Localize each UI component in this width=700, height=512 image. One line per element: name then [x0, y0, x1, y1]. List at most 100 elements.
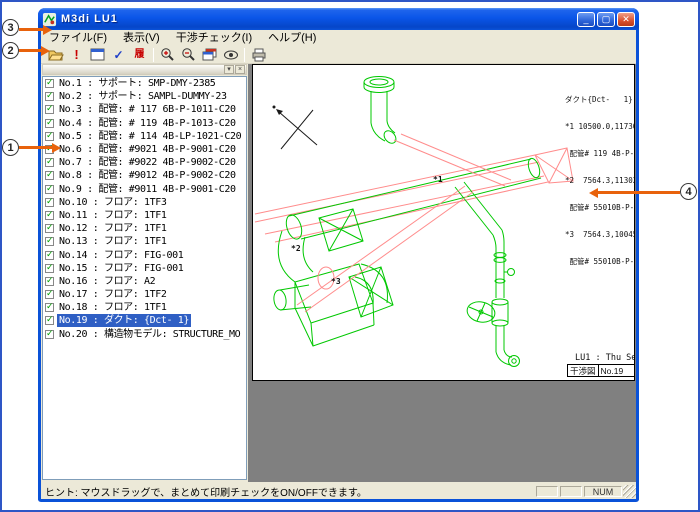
- print-button[interactable]: [248, 46, 269, 63]
- callout-3-arrow: [19, 28, 43, 31]
- checkbox-checked-icon[interactable]: ✓: [45, 251, 54, 260]
- list-item[interactable]: ✓No.2 : サポート: SAMPL-DUMMY-23: [43, 90, 246, 103]
- magnifier-plus-icon: [160, 47, 175, 62]
- printer-icon: [251, 48, 267, 62]
- checkbox-checked-icon[interactable]: ✓: [45, 211, 54, 220]
- list-item[interactable]: ✓No.1 : サポート: SMP-DMY-2385: [43, 77, 246, 90]
- checkbox-checked-icon[interactable]: ✓: [45, 303, 54, 312]
- stamp-number: No.19: [599, 366, 626, 376]
- figure-stage: M3di LU1 _ ▢ ✕ ファイル(F) 表示(V) 干渉チェック(I) ヘ…: [0, 0, 700, 512]
- exclamation-icon: !: [74, 48, 78, 61]
- confirm-check-button[interactable]: ✓: [108, 46, 129, 63]
- toolbar-separator: [153, 48, 154, 62]
- list-item[interactable]: ✓No.20 : 構造物モデル: STRUCTURE_MO: [43, 328, 246, 341]
- minimize-button[interactable]: _: [577, 12, 595, 27]
- list-item[interactable]: ✓No.3 : 配管: # 117 6B-P-1011-C20: [43, 103, 246, 116]
- callout-1-arrow: [19, 146, 52, 149]
- list-item[interactable]: ✓No.5 : 配管: # 114 4B-LP-1021-C20: [43, 130, 246, 143]
- history-button[interactable]: 履: [129, 46, 150, 63]
- marker-1: *1: [433, 175, 443, 184]
- list-item[interactable]: ✓No.4 : 配管: # 119 4B-P-1013-C20: [43, 117, 246, 130]
- checkbox-checked-icon[interactable]: ✓: [45, 105, 54, 114]
- list-item[interactable]: ✓No.7 : 配管: #9022 4B-P-9002-C20: [43, 156, 246, 169]
- zoom-in-button[interactable]: [157, 46, 178, 63]
- marker-2: *2: [291, 244, 301, 253]
- checkbox-checked-icon[interactable]: ✓: [45, 264, 54, 273]
- checkbox-checked-icon[interactable]: ✓: [45, 198, 54, 207]
- callout-4-arrowhead-icon: [589, 188, 598, 198]
- menu-interference-check[interactable]: 干渉チェック(I): [168, 30, 260, 46]
- checkbox-checked-icon[interactable]: ✓: [45, 237, 54, 246]
- list-item-selected[interactable]: ✓No.19 : ダクト: {Dct- 1}: [43, 314, 246, 327]
- list-item[interactable]: ✓No.16 : フロア: A2: [43, 275, 246, 288]
- checkbox-checked-icon[interactable]: ✓: [45, 158, 54, 167]
- menu-file[interactable]: ファイル(F): [41, 30, 115, 46]
- interference-list[interactable]: ✓No.1 : サポート: SMP-DMY-2385 ✓No.2 : サポート:…: [42, 76, 247, 480]
- menu-help[interactable]: ヘルプ(H): [260, 30, 324, 46]
- title-bar[interactable]: M3di LU1 _ ▢ ✕: [38, 8, 639, 30]
- app-window: M3di LU1 _ ▢ ✕ ファイル(F) 表示(V) 干渉チェック(I) ヘ…: [38, 8, 639, 502]
- callout-1-arrowhead-icon: [52, 143, 61, 153]
- green-piping-wireframe: [273, 77, 542, 367]
- history-kanji-icon: 履: [135, 50, 145, 60]
- panel-close-button[interactable]: ×: [235, 65, 245, 74]
- resize-grip[interactable]: [623, 485, 636, 498]
- status-bar: ヒント: マウスドラッグで、まとめて印刷チェックをON/OFFできます。 NUM: [41, 484, 636, 499]
- list-item[interactable]: ✓No.8 : 配管: #9012 4B-P-9002-C20: [43, 169, 246, 182]
- redraw-button[interactable]: [199, 46, 220, 63]
- interference-markers: *1 *2 *3: [291, 175, 443, 286]
- checkbox-checked-icon[interactable]: ✓: [45, 171, 54, 180]
- checkbox-checked-icon[interactable]: ✓: [45, 290, 54, 299]
- client-area: ▾ × ✓No.1 : サポート: SMP-DMY-2385 ✓No.2 : サ…: [41, 64, 636, 482]
- interference-figure-stamp: 干渉図 No.19: [567, 364, 635, 377]
- list-item[interactable]: ✓No.10 : フロア: 1TF3: [43, 196, 246, 209]
- list-item[interactable]: ✓No.11 : フロア: 1TF1: [43, 209, 246, 222]
- window-icon: [90, 48, 105, 61]
- list-item[interactable]: ✓No.15 : フロア: FIG-001: [43, 262, 246, 275]
- menu-view[interactable]: 表示(V): [115, 30, 168, 46]
- result-window-button[interactable]: [87, 46, 108, 63]
- visibility-button[interactable]: [220, 46, 241, 63]
- zoom-out-button[interactable]: [178, 46, 199, 63]
- checkbox-checked-icon[interactable]: ✓: [45, 316, 54, 325]
- list-item[interactable]: ✓No.13 : フロア: 1TF1: [43, 235, 246, 248]
- list-item[interactable]: ✓No.12 : フロア: 1TF1: [43, 222, 246, 235]
- checkbox-checked-icon[interactable]: ✓: [45, 119, 54, 128]
- checkbox-checked-icon[interactable]: ✓: [45, 132, 54, 141]
- callout-3-arrowhead-icon: [43, 25, 52, 35]
- close-button[interactable]: ✕: [617, 12, 635, 27]
- list-item[interactable]: ✓No.17 : フロア: 1TF2: [43, 288, 246, 301]
- list-item[interactable]: ✓No.18 : フロア: 1TF1: [43, 301, 246, 314]
- plot-timestamp: LU1 : Thu Sep 24 10:39:3: [575, 353, 635, 363]
- red-duct-wireframe: [255, 155, 548, 242]
- checkbox-checked-icon[interactable]: ✓: [45, 185, 54, 194]
- checkbox-checked-icon[interactable]: ✓: [45, 79, 54, 88]
- check-icon: ✓: [113, 49, 123, 61]
- list-item[interactable]: ✓No.9 : 配管: #9011 4B-P-9001-C20: [43, 183, 246, 196]
- callout-4: 4: [680, 183, 697, 200]
- callout-2-arrow: [19, 49, 41, 52]
- checkbox-checked-icon[interactable]: ✓: [45, 92, 54, 101]
- axis-cross-icon: [273, 106, 318, 150]
- callout-3: 3: [2, 19, 19, 36]
- panel-menu-button[interactable]: ▾: [224, 65, 234, 74]
- panel-header[interactable]: ▾ ×: [42, 64, 247, 75]
- list-item[interactable]: ✓No.14 : フロア: FIG-001: [43, 248, 246, 261]
- callout-2: 2: [2, 42, 19, 59]
- menu-bar: ファイル(F) 表示(V) 干渉チェック(I) ヘルプ(H): [41, 30, 636, 46]
- run-check-button[interactable]: !: [66, 46, 87, 63]
- checkbox-checked-icon[interactable]: ✓: [45, 330, 54, 339]
- eye-icon: [223, 49, 239, 61]
- stamp-label: 干渉図: [568, 365, 599, 376]
- status-pane: [536, 486, 558, 497]
- checkbox-checked-icon[interactable]: ✓: [45, 224, 54, 233]
- maximize-button[interactable]: ▢: [597, 12, 615, 27]
- check-list-panel: ▾ × ✓No.1 : サポート: SMP-DMY-2385 ✓No.2 : サ…: [41, 64, 248, 482]
- status-hint-text: ヒント: マウスドラッグで、まとめて印刷チェックをON/OFFできます。: [41, 484, 535, 499]
- list-item[interactable]: ✓No.6 : 配管: #9021 4B-P-9001-C20: [43, 143, 246, 156]
- checkbox-checked-icon[interactable]: ✓: [45, 277, 54, 286]
- toolbar-separator: [244, 48, 245, 62]
- viewer-3d-canvas[interactable]: *1 *2 *3 ダクト{Dct- 1} *1 10500.0,11730.0,…: [252, 64, 635, 381]
- callout-2-arrowhead-icon: [41, 46, 50, 56]
- callout-4-arrow: [598, 191, 680, 194]
